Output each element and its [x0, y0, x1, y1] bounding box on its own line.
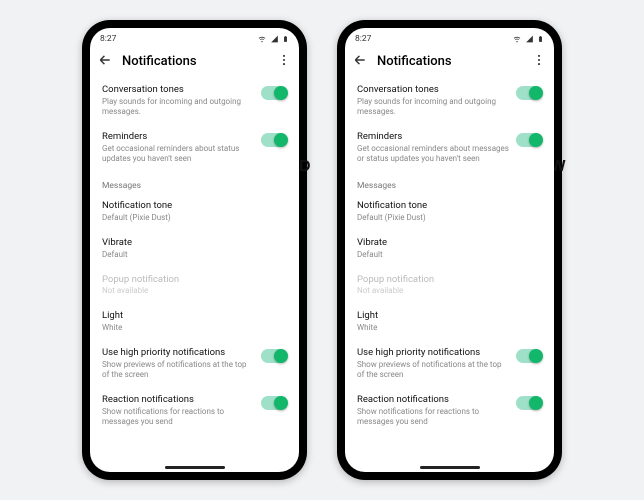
- row-title: Notification tone: [102, 200, 287, 212]
- row-title: Reaction notifications: [357, 394, 510, 406]
- row-subtitle: White: [357, 323, 542, 333]
- row-notification-tone[interactable]: Notification toneDefault (Pixie Dust): [357, 193, 542, 230]
- row-reminders[interactable]: RemindersGet occasional reminders about …: [357, 124, 542, 171]
- nav-pill: [420, 466, 480, 469]
- row-title: Notification tone: [357, 200, 542, 212]
- back-icon[interactable]: [353, 52, 367, 71]
- signal-icon: [270, 35, 279, 43]
- row-conversation-tones[interactable]: Conversation tonesPlay sounds for incomi…: [357, 77, 542, 124]
- row-reminders[interactable]: RemindersGet occasional reminders about …: [102, 124, 287, 171]
- row-subtitle: Not available: [357, 286, 542, 296]
- phone-mockup-new: NEW 8:27 Notifications Conversation tone…: [337, 20, 562, 480]
- battery-icon: [537, 34, 544, 44]
- row-subtitle: Not available: [102, 286, 287, 296]
- row-title: Conversation tones: [357, 84, 510, 96]
- more-icon[interactable]: [532, 52, 546, 71]
- switch-high-priority[interactable]: [516, 349, 542, 363]
- battery-icon: [282, 34, 289, 44]
- wifi-icon: [257, 35, 267, 43]
- row-light[interactable]: LightWhite: [102, 303, 287, 340]
- row-title: Popup notification: [357, 274, 542, 286]
- app-bar: Notifications: [90, 48, 299, 77]
- wifi-icon: [512, 35, 522, 43]
- row-subtitle: Show notifications for reactions to mess…: [357, 407, 510, 427]
- row-subtitle: Default (Pixie Dust): [357, 213, 542, 223]
- row-title: Light: [102, 310, 287, 322]
- row-title: Use high priority notifications: [357, 347, 510, 359]
- row-high-priority[interactable]: Use high priority notificationsShow prev…: [357, 340, 542, 387]
- row-subtitle: Show previews of notifications at the to…: [102, 360, 255, 380]
- section-header-messages: Messages: [102, 171, 287, 193]
- row-title: Reminders: [357, 131, 510, 143]
- switch-reaction-notifications[interactable]: [261, 396, 287, 410]
- switch-reminders[interactable]: [261, 133, 287, 147]
- switch-reaction-notifications[interactable]: [516, 396, 542, 410]
- status-time: 8:27: [355, 34, 371, 44]
- row-high-priority[interactable]: Use high priority notificationsShow prev…: [102, 340, 287, 387]
- row-title: Reminders: [102, 131, 255, 143]
- row-popup-notification: Popup notificationNot available: [102, 267, 287, 304]
- row-subtitle: Default: [357, 250, 542, 260]
- row-subtitle: Get occasional reminders about messages …: [357, 144, 510, 164]
- page-title: Notifications: [377, 54, 522, 69]
- more-icon[interactable]: [277, 52, 291, 71]
- row-subtitle: Get occasional reminders about status up…: [102, 144, 255, 164]
- row-light[interactable]: LightWhite: [357, 303, 542, 340]
- phone-mockup-old: OLD 8:27 Notifications Conversation tone…: [82, 20, 307, 480]
- settings-list: Conversation tonesPlay sounds for incomi…: [345, 77, 554, 472]
- row-subtitle: Show notifications for reactions to mess…: [102, 407, 255, 427]
- back-icon[interactable]: [98, 52, 112, 71]
- app-bar: Notifications: [345, 48, 554, 77]
- row-title: Conversation tones: [102, 84, 255, 96]
- section-header-messages: Messages: [357, 171, 542, 193]
- status-bar: 8:27: [345, 28, 554, 48]
- row-title: Light: [357, 310, 542, 322]
- status-icons: [257, 34, 289, 44]
- screen: 8:27 Notifications Conversation tonesPla…: [345, 28, 554, 472]
- status-icons: [512, 34, 544, 44]
- row-notification-tone[interactable]: Notification toneDefault (Pixie Dust): [102, 193, 287, 230]
- row-subtitle: Show previews of notifications at the to…: [357, 360, 510, 380]
- row-title: Vibrate: [102, 237, 287, 249]
- row-subtitle: Default: [102, 250, 287, 260]
- row-title: Vibrate: [357, 237, 542, 249]
- row-subtitle: Play sounds for incoming and outgoing me…: [102, 97, 255, 117]
- status-time: 8:27: [100, 34, 116, 44]
- row-title: Use high priority notifications: [102, 347, 255, 359]
- switch-high-priority[interactable]: [261, 349, 287, 363]
- row-subtitle: White: [102, 323, 287, 333]
- row-reaction-notifications[interactable]: Reaction notificationsShow notifications…: [357, 387, 542, 434]
- screen: 8:27 Notifications Conversation tonesPla…: [90, 28, 299, 472]
- status-bar: 8:27: [90, 28, 299, 48]
- switch-reminders[interactable]: [516, 133, 542, 147]
- row-subtitle: Play sounds for incoming and outgoing me…: [357, 97, 510, 117]
- row-title: Reaction notifications: [102, 394, 255, 406]
- row-reaction-notifications[interactable]: Reaction notificationsShow notifications…: [102, 387, 287, 434]
- page-title: Notifications: [122, 54, 267, 69]
- nav-pill: [165, 466, 225, 469]
- row-subtitle: Default (Pixie Dust): [102, 213, 287, 223]
- row-conversation-tones[interactable]: Conversation tonesPlay sounds for incomi…: [102, 77, 287, 124]
- switch-conversation-tones[interactable]: [261, 86, 287, 100]
- settings-list: Conversation tonesPlay sounds for incomi…: [90, 77, 299, 472]
- row-popup-notification: Popup notificationNot available: [357, 267, 542, 304]
- switch-conversation-tones[interactable]: [516, 86, 542, 100]
- row-vibrate[interactable]: VibrateDefault: [357, 230, 542, 267]
- signal-icon: [525, 35, 534, 43]
- row-title: Popup notification: [102, 274, 287, 286]
- row-vibrate[interactable]: VibrateDefault: [102, 230, 287, 267]
